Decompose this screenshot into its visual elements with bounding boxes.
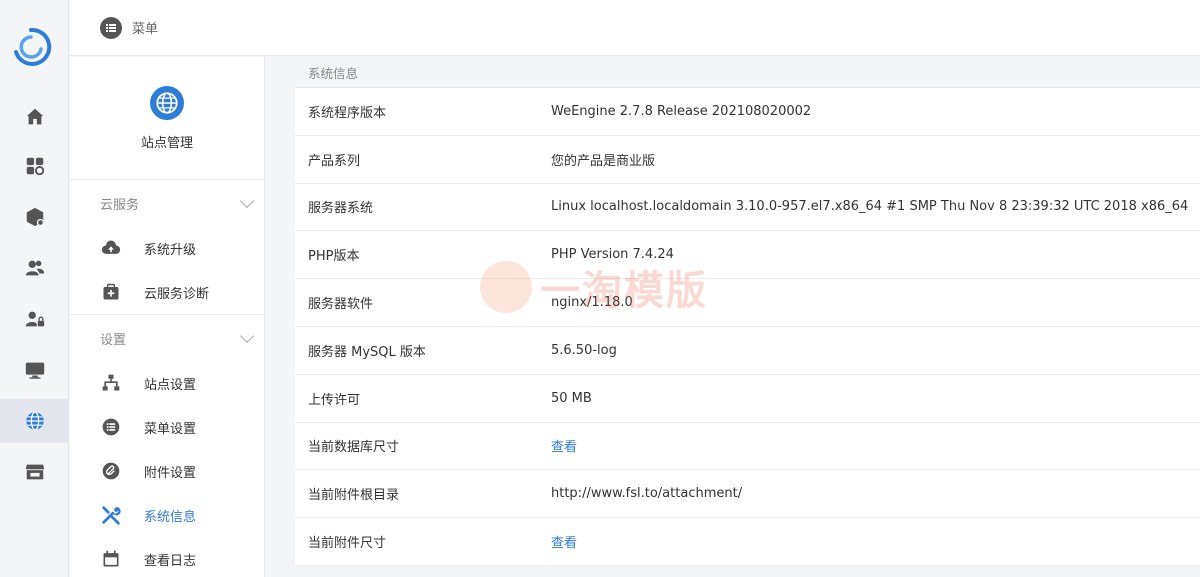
table-row: 上传许可 50 MB	[295, 375, 1200, 423]
rail-home[interactable]	[0, 95, 69, 139]
apps-icon	[26, 157, 44, 176]
row-key: 服务器软件	[308, 297, 374, 313]
main-content: 系统信息 系统程序版本 WeEngine 2.7.8 Release 20210…	[265, 57, 1200, 577]
medkit-icon	[100, 281, 122, 303]
paperclip-icon	[100, 460, 122, 482]
sidebar-item-label: 系统信息	[144, 509, 197, 525]
table-heading: 系统信息	[295, 57, 1200, 88]
chevron-down-icon	[239, 193, 255, 208]
group-label: 设置	[100, 332, 127, 348]
cloud-upload-icon	[100, 237, 122, 259]
row-key: 当前数据库尺寸	[308, 440, 400, 456]
rail-monitor[interactable]	[0, 348, 69, 392]
app-logo[interactable]	[10, 26, 52, 68]
sidebar-item-attachment-settings[interactable]: 附件设置	[70, 449, 264, 493]
row-key: PHP版本	[308, 249, 360, 265]
row-key: 当前附件尺寸	[308, 536, 387, 552]
tools-icon	[100, 504, 122, 526]
row-value: 50 MB	[551, 390, 592, 406]
sitemap-icon	[100, 372, 122, 394]
row-key: 服务器系统	[308, 201, 374, 217]
sidebar-item-label: 站点设置	[144, 377, 197, 393]
row-key: 服务器 MySQL 版本	[308, 344, 426, 360]
header-title[interactable]: 菜单	[132, 18, 158, 37]
table-row: PHP版本 PHP Version 7.4.24	[295, 231, 1200, 280]
secondary-sidebar: 站点管理 云服务 系统升级 云服务诊断 设置 站点设置 菜单设置 附件设置 系统…	[70, 57, 265, 577]
row-value: WeEngine 2.7.8 Release 202108020002	[551, 103, 812, 119]
table-row: 系统程序版本 WeEngine 2.7.8 Release 2021080200…	[295, 88, 1200, 136]
table-row: 服务器系统 Linux localhost.localdomain 3.10.0…	[295, 184, 1200, 232]
sidebar-item-system-upgrade[interactable]: 系统升级	[70, 226, 264, 270]
rail-module[interactable]	[0, 195, 69, 239]
site-management-card[interactable]: 站点管理	[70, 57, 264, 180]
row-value: 您的产品是商业版	[551, 153, 656, 169]
row-value: http://www.fsl.to/attachment/	[551, 486, 743, 502]
users-icon	[25, 260, 44, 276]
globe-icon	[25, 411, 44, 431]
sidebar-item-system-info[interactable]: 系统信息	[70, 493, 264, 537]
group-settings[interactable]: 设置	[70, 315, 264, 361]
site-management-label: 站点管理	[140, 135, 193, 151]
view-attachment-size-link[interactable]: 查看	[551, 532, 577, 551]
menu-list-icon[interactable]	[100, 16, 122, 39]
rail-site[interactable]	[0, 399, 69, 443]
table-row: 产品系列 您的产品是商业版	[295, 136, 1200, 184]
sidebar-item-label: 云服务诊断	[144, 286, 210, 302]
chevron-down-icon	[239, 328, 255, 343]
monitor-icon	[25, 362, 44, 379]
home-icon	[26, 108, 43, 125]
group-label: 云服务	[100, 197, 140, 213]
view-db-size-link[interactable]: 查看	[551, 436, 577, 455]
calendar-icon	[100, 548, 122, 570]
row-key: 系统程序版本	[308, 105, 387, 121]
row-value: nginx/1.18.0	[551, 295, 633, 311]
row-value: Linux localhost.localdomain 3.10.0-957.e…	[551, 199, 1189, 215]
sidebar-item-site-settings[interactable]: 站点设置	[70, 361, 264, 405]
list-icon	[100, 416, 122, 438]
table-row: 当前数据库尺寸 查看	[295, 423, 1200, 471]
sidebar-item-view-logs[interactable]: 查看日志	[70, 537, 264, 577]
row-key: 当前附件根目录	[308, 488, 400, 504]
icon-rail	[0, 0, 69, 577]
group-cloud-service[interactable]: 云服务	[70, 180, 264, 226]
table-row: 服务器软件 nginx/1.18.0	[295, 279, 1200, 327]
sidebar-item-label: 查看日志	[144, 553, 197, 569]
sidebar-item-label: 系统升级	[144, 242, 197, 258]
rail-user-lock[interactable]	[0, 297, 69, 341]
table-row: 服务器 MySQL 版本 5.6.50-log	[295, 327, 1200, 375]
rail-store[interactable]	[0, 450, 69, 494]
store-icon	[25, 464, 44, 480]
table-row: 当前附件根目录 http://www.fsl.to/attachment/	[295, 470, 1200, 519]
sidebar-item-menu-settings[interactable]: 菜单设置	[70, 405, 264, 449]
sidebar-item-label: 菜单设置	[144, 421, 197, 437]
table-row: 当前附件尺寸 查看	[295, 518, 1200, 566]
globe-icon	[150, 85, 184, 120]
rail-users[interactable]	[0, 246, 69, 290]
top-header: 菜单	[70, 0, 1200, 56]
system-info-table: 系统信息 系统程序版本 WeEngine 2.7.8 Release 20210…	[295, 57, 1200, 566]
row-key: 产品系列	[308, 153, 361, 169]
row-value: PHP Version 7.4.24	[551, 247, 674, 263]
row-key: 上传许可	[308, 392, 361, 408]
sidebar-item-label: 附件设置	[144, 465, 197, 481]
sidebar-item-cloud-diagnosis[interactable]: 云服务诊断	[70, 270, 264, 314]
row-value: 5.6.50-log	[551, 342, 617, 358]
rail-apps[interactable]	[0, 144, 69, 188]
user-lock-icon	[25, 311, 44, 327]
module-icon	[26, 207, 44, 227]
